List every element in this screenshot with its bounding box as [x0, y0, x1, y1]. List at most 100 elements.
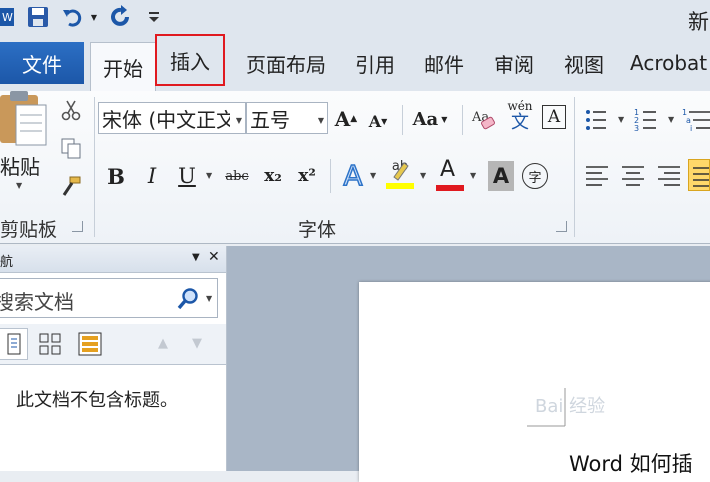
superscript-button[interactable]: x² — [294, 161, 320, 191]
grow-font-button[interactable]: A ▲ — [334, 105, 358, 133]
tab-view[interactable]: 视图 — [552, 42, 616, 84]
align-right-icon[interactable] — [656, 163, 682, 189]
font-size-combo[interactable]: 五号 ▼ — [246, 102, 328, 134]
italic-button[interactable]: I — [140, 161, 164, 191]
ribbon: 粘贴 ▼ 剪贴板 宋体 (中文正文 ▼ 五号 ▼ A ▲ A ▼ Aa ▼ Aa wé… — [0, 91, 710, 244]
svg-text:W: W — [2, 11, 13, 24]
search-input[interactable]: 搜索文档 — [0, 286, 74, 315]
chevron-down-icon[interactable]: ▼ — [318, 116, 324, 125]
navigation-pane: 导航 ▼ ✕ 搜索文档 ▼ ▲ ▼ 此文档不包含标题。 — [0, 246, 227, 471]
tab-file[interactable]: 文件 — [0, 42, 84, 84]
bullets-icon[interactable] — [584, 107, 614, 133]
font-group-label: 字体 — [298, 219, 337, 241]
separator — [402, 105, 403, 135]
svg-text:3: 3 — [634, 124, 639, 133]
redo-icon[interactable] — [108, 5, 134, 29]
character-border-button[interactable]: A — [542, 105, 566, 129]
shrink-font-icon: A — [368, 111, 382, 131]
underline-button[interactable]: U — [174, 161, 200, 191]
strikethrough-button[interactable]: abc — [222, 161, 252, 191]
justify-icon[interactable] — [688, 159, 710, 191]
font-color-button[interactable]: A — [434, 157, 466, 193]
tab-acrobat[interactable]: Acrobat — [630, 42, 710, 84]
bold-button[interactable]: B — [104, 161, 128, 191]
align-center-icon[interactable] — [620, 163, 646, 189]
customize-qat-icon[interactable] — [146, 5, 162, 29]
font-name-value: 宋体 (中文正文 — [102, 107, 230, 132]
paste-icon[interactable] — [0, 91, 52, 151]
font-color-icon: A — [440, 157, 456, 182]
navigation-pane-title-clip: 导航 — [0, 246, 18, 272]
shrink-font-button[interactable]: A ▼ — [366, 107, 390, 135]
pane-options-icon[interactable]: ▼ — [192, 252, 200, 263]
tab-references[interactable]: 引用 — [346, 42, 404, 84]
watermark: Bai 经验 — [535, 396, 606, 417]
previous-icon[interactable]: ▲ — [158, 336, 168, 351]
underline-dropdown-icon[interactable]: ▼ — [206, 171, 212, 180]
numbering-dropdown-icon[interactable]: ▼ — [668, 115, 674, 124]
group-separator — [94, 97, 95, 237]
font-size-value: 五号 — [250, 107, 290, 132]
group-separator — [574, 97, 575, 237]
browse-results-icon[interactable] — [74, 328, 106, 360]
browse-headings-icon[interactable] — [0, 328, 28, 360]
chevron-down-icon[interactable]: ▼ — [236, 116, 242, 125]
align-left-icon[interactable] — [584, 163, 610, 189]
tab-home[interactable]: 开始 — [90, 42, 156, 92]
change-case-button[interactable]: Aa ▼ — [410, 105, 450, 133]
navigation-pane-title: 导航 — [0, 255, 14, 270]
clipboard-launcher-icon[interactable] — [72, 221, 83, 232]
navigation-tabs: ▲ ▼ — [0, 324, 226, 365]
search-input-clip: 搜索文档 — [0, 279, 180, 317]
clipboard-group-label: 剪贴板 — [0, 219, 58, 241]
paste-dropdown-icon[interactable]: ▼ — [16, 181, 22, 190]
undo-dropdown-icon[interactable]: ▼ — [88, 5, 100, 29]
document-area: Bai 经验 Word 如何插 — [227, 246, 710, 482]
highlight-dropdown-icon[interactable]: ▼ — [420, 171, 426, 180]
phonetic-guide-pinyin: wén — [507, 99, 533, 113]
document-page[interactable]: Bai 经验 Word 如何插 — [359, 282, 710, 482]
format-painter-icon[interactable] — [60, 175, 82, 197]
search-options-icon[interactable]: ▼ — [206, 294, 212, 303]
font-color-swatch — [436, 185, 464, 191]
window-title: 新 — [688, 10, 709, 34]
browse-pages-icon[interactable] — [34, 328, 66, 360]
ribbon-tab-row: 文件 开始 插入 页面布局 引用 邮件 审阅 视图 Acrobat — [0, 34, 710, 92]
multilevel-list-icon[interactable]: 1ai — [682, 107, 710, 133]
font-launcher-icon[interactable] — [556, 221, 567, 232]
cut-icon[interactable] — [60, 99, 82, 121]
clear-formatting-icon[interactable]: Aa — [470, 105, 498, 133]
search-icon[interactable] — [176, 287, 202, 313]
separator — [462, 105, 463, 135]
next-icon[interactable]: ▼ — [192, 336, 202, 351]
phonetic-guide-button[interactable]: wén 文 — [504, 99, 536, 137]
svg-text:i: i — [690, 124, 692, 133]
enclose-characters-button[interactable]: 字 — [522, 163, 548, 189]
font-color-dropdown-icon[interactable]: ▼ — [470, 171, 476, 180]
separator — [330, 159, 331, 193]
tab-mailings[interactable]: 邮件 — [414, 42, 474, 84]
tab-page-layout[interactable]: 页面布局 — [236, 42, 336, 84]
paste-button[interactable]: 粘贴 — [0, 151, 40, 180]
undo-icon[interactable] — [60, 5, 84, 29]
navigation-pane-header: 导航 ▼ ✕ — [0, 246, 226, 273]
word-logo-icon: W — [0, 5, 14, 29]
highlight-button[interactable]: ab — [384, 159, 416, 193]
font-name-combo[interactable]: 宋体 (中文正文 ▼ — [98, 102, 246, 134]
bullets-dropdown-icon[interactable]: ▼ — [618, 115, 624, 124]
text-effects-button[interactable]: A — [338, 157, 368, 193]
subscript-button[interactable]: x₂ — [260, 161, 286, 191]
grow-font-icon: A — [334, 107, 351, 131]
numbering-icon[interactable]: 123 — [634, 107, 664, 133]
no-headings-message: 此文档不包含标题。 — [16, 390, 178, 411]
character-shading-button[interactable]: A — [488, 161, 514, 191]
phonetic-guide-icon: 文 — [511, 112, 529, 133]
tab-insert[interactable]: 插入 — [155, 34, 225, 86]
save-icon[interactable] — [26, 5, 50, 29]
copy-icon[interactable] — [60, 137, 82, 159]
text-effects-dropdown-icon[interactable]: ▼ — [370, 171, 376, 180]
close-icon[interactable]: ✕ — [208, 249, 220, 265]
tab-review[interactable]: 审阅 — [484, 42, 544, 84]
search-box[interactable]: 搜索文档 ▼ — [0, 278, 218, 318]
document-text[interactable]: Word 如何插 — [569, 448, 693, 478]
